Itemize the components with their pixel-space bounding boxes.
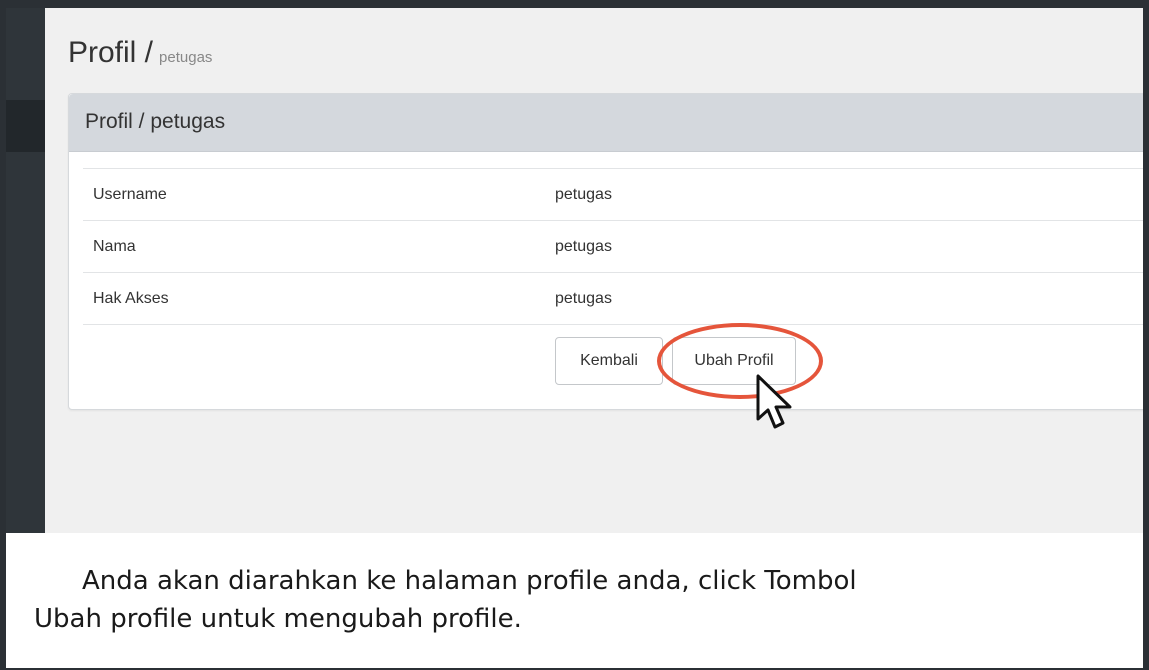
table-row-nama: Nama petugas	[83, 220, 1143, 272]
sidebar-active-band	[6, 100, 45, 152]
app-screenshot: Profil / petugas Profil / petugas Usernam…	[6, 8, 1143, 533]
sidebar	[6, 8, 45, 533]
instruction-caption: Anda akan diarahkan ke halaman profile a…	[34, 562, 1114, 638]
row-label: Hak Akses	[93, 290, 169, 307]
row-value: petugas	[555, 238, 612, 255]
row-value: petugas	[555, 290, 612, 307]
page-title-text: Profil /	[68, 36, 154, 69]
table-row-hak-akses: Hak Akses petugas	[83, 272, 1143, 324]
highlight-ring	[657, 323, 823, 399]
caption-line-1: Anda akan diarahkan ke halaman profile a…	[82, 566, 857, 596]
mouse-pointer-icon	[756, 374, 792, 429]
caption-line-2: Ubah profile untuk mengubah profile.	[34, 604, 522, 634]
back-button[interactable]: Kembali	[555, 337, 663, 385]
table-row-username: Username petugas	[83, 168, 1143, 220]
page-title: Profil / petugas	[68, 36, 212, 70]
row-label: Username	[93, 186, 167, 203]
row-value: petugas	[555, 186, 612, 203]
row-label: Nama	[93, 238, 136, 255]
profile-info-table: Username petugas Nama petugas Hak Akses …	[83, 168, 1143, 404]
panel-heading: Profil / petugas	[69, 94, 1143, 152]
page-subtitle: petugas	[159, 49, 213, 66]
profile-panel: Profil / petugas Username petugas Nama p…	[68, 93, 1143, 410]
action-row: Kembali Ubah Profil	[83, 324, 1143, 404]
